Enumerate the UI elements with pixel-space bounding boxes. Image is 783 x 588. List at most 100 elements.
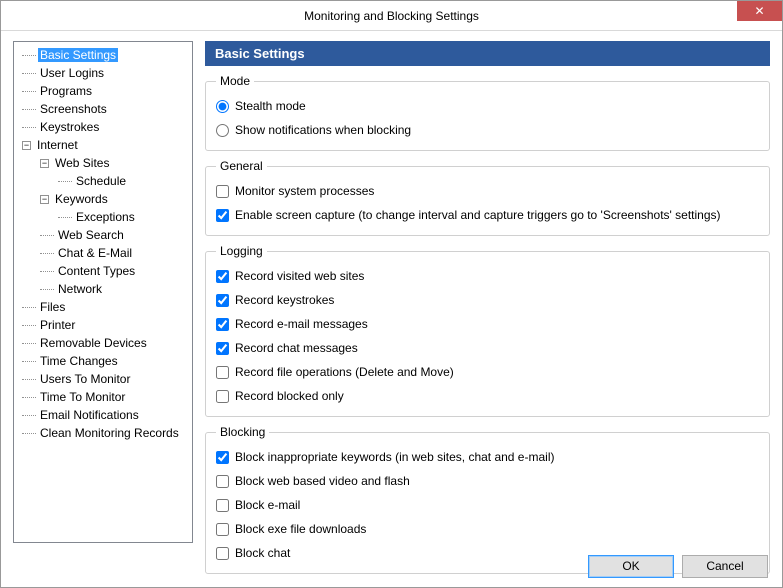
tree-item-time-changes[interactable]: Time Changes: [16, 352, 190, 370]
close-icon: ✕: [754, 4, 764, 18]
checkbox-input[interactable]: [216, 451, 229, 464]
tree-label: Printer: [38, 318, 77, 332]
tree-item-exceptions[interactable]: Exceptions: [16, 208, 190, 226]
general-group: General Monitor system processes Enable …: [205, 159, 770, 236]
tree-label: Clean Monitoring Records: [38, 426, 181, 440]
checkbox-label: Record file operations (Delete and Move): [235, 365, 454, 379]
tree-item-programs[interactable]: Programs: [16, 82, 190, 100]
radio-input[interactable]: [216, 100, 229, 113]
checkbox-label: Record blocked only: [235, 389, 344, 403]
cancel-button[interactable]: Cancel: [682, 555, 768, 578]
tree-label: Internet: [35, 138, 80, 152]
checkbox-label: Monitor system processes: [235, 184, 374, 198]
titlebar: Monitoring and Blocking Settings ✕: [1, 1, 782, 31]
tree-item-printer[interactable]: Printer: [16, 316, 190, 334]
checkbox-input[interactable]: [216, 523, 229, 536]
checkbox-input[interactable]: [216, 366, 229, 379]
tree-item-email-notifications[interactable]: Email Notifications: [16, 406, 190, 424]
checkbox-input[interactable]: [216, 475, 229, 488]
checkbox-record-email[interactable]: Record e-mail messages: [216, 312, 759, 336]
tree-label: Network: [56, 282, 104, 296]
radio-label: Stealth mode: [235, 99, 306, 113]
tree-label: Basic Settings: [38, 48, 118, 62]
checkbox-label: Enable screen capture (to change interva…: [235, 208, 721, 222]
checkbox-input[interactable]: [216, 499, 229, 512]
tree-label: Time To Monitor: [38, 390, 127, 404]
tree-label: Time Changes: [38, 354, 120, 368]
checkbox-label: Record keystrokes: [235, 293, 334, 307]
checkbox-label: Record visited web sites: [235, 269, 364, 283]
tree-label: Users To Monitor: [38, 372, 132, 386]
checkbox-input[interactable]: [216, 294, 229, 307]
tree-item-files[interactable]: Files: [16, 298, 190, 316]
collapse-icon[interactable]: −: [22, 141, 31, 150]
checkbox-block-chat[interactable]: Block chat: [216, 541, 759, 565]
tree-label: Screenshots: [38, 102, 109, 116]
tree-label: Keystrokes: [38, 120, 101, 134]
ok-button[interactable]: OK: [588, 555, 674, 578]
tree-item-keywords[interactable]: −Keywords: [16, 190, 190, 208]
tree-item-schedule[interactable]: Schedule: [16, 172, 190, 190]
checkbox-input[interactable]: [216, 547, 229, 560]
checkbox-enable-capture[interactable]: Enable screen capture (to change interva…: [216, 203, 759, 227]
tree-label: Programs: [38, 84, 94, 98]
tree-item-user-logins[interactable]: User Logins: [16, 64, 190, 82]
tree-item-web-sites[interactable]: −Web Sites: [16, 154, 190, 172]
tree-item-basic-settings[interactable]: Basic Settings: [16, 46, 190, 64]
content-area: Basic Settings User Logins Programs Scre…: [1, 31, 782, 549]
tree-item-clean-records[interactable]: Clean Monitoring Records: [16, 424, 190, 442]
settings-panel: Basic Settings Mode Stealth mode Show no…: [205, 41, 770, 543]
checkbox-input[interactable]: [216, 390, 229, 403]
checkbox-label: Block exe file downloads: [235, 522, 366, 536]
checkbox-input[interactable]: [216, 318, 229, 331]
collapse-icon[interactable]: −: [40, 159, 49, 168]
checkbox-input[interactable]: [216, 342, 229, 355]
checkbox-block-email[interactable]: Block e-mail: [216, 493, 759, 517]
mode-legend: Mode: [216, 74, 254, 88]
panel-header: Basic Settings: [205, 41, 770, 66]
checkbox-block-exe[interactable]: Block exe file downloads: [216, 517, 759, 541]
checkbox-record-chat[interactable]: Record chat messages: [216, 336, 759, 360]
tree-item-network[interactable]: Network: [16, 280, 190, 298]
checkbox-label: Record e-mail messages: [235, 317, 368, 331]
tree-label: Schedule: [74, 174, 128, 188]
logging-legend: Logging: [216, 244, 267, 258]
checkbox-block-keywords[interactable]: Block inappropriate keywords (in web sit…: [216, 445, 759, 469]
checkbox-block-video-flash[interactable]: Block web based video and flash: [216, 469, 759, 493]
checkbox-label: Record chat messages: [235, 341, 358, 355]
checkbox-input[interactable]: [216, 185, 229, 198]
radio-show-notifications[interactable]: Show notifications when blocking: [216, 118, 759, 142]
tree-item-internet[interactable]: −Internet: [16, 136, 190, 154]
tree-item-removable-devices[interactable]: Removable Devices: [16, 334, 190, 352]
checkbox-record-blocked-only[interactable]: Record blocked only: [216, 384, 759, 408]
blocking-legend: Blocking: [216, 425, 269, 439]
close-button[interactable]: ✕: [737, 1, 782, 21]
tree-label: Keywords: [53, 192, 110, 206]
collapse-icon[interactable]: −: [40, 195, 49, 204]
tree-item-users-to-monitor[interactable]: Users To Monitor: [16, 370, 190, 388]
navigation-tree: Basic Settings User Logins Programs Scre…: [13, 41, 193, 543]
checkbox-monitor-system[interactable]: Monitor system processes: [216, 179, 759, 203]
checkbox-record-keystrokes[interactable]: Record keystrokes: [216, 288, 759, 312]
tree-label: Web Sites: [53, 156, 111, 170]
tree-label: Email Notifications: [38, 408, 141, 422]
tree-item-time-to-monitor[interactable]: Time To Monitor: [16, 388, 190, 406]
tree-item-chat-email[interactable]: Chat & E-Mail: [16, 244, 190, 262]
tree-label: Chat & E-Mail: [56, 246, 134, 260]
checkbox-record-sites[interactable]: Record visited web sites: [216, 264, 759, 288]
blocking-group: Blocking Block inappropriate keywords (i…: [205, 425, 770, 574]
tree-item-keystrokes[interactable]: Keystrokes: [16, 118, 190, 136]
general-legend: General: [216, 159, 267, 173]
mode-group: Mode Stealth mode Show notifications whe…: [205, 74, 770, 151]
checkbox-label: Block inappropriate keywords (in web sit…: [235, 450, 554, 464]
tree-item-content-types[interactable]: Content Types: [16, 262, 190, 280]
window-title: Monitoring and Blocking Settings: [304, 9, 479, 23]
checkbox-label: Block web based video and flash: [235, 474, 410, 488]
checkbox-record-file-ops[interactable]: Record file operations (Delete and Move): [216, 360, 759, 384]
radio-input[interactable]: [216, 124, 229, 137]
checkbox-input[interactable]: [216, 209, 229, 222]
radio-stealth-mode[interactable]: Stealth mode: [216, 94, 759, 118]
checkbox-input[interactable]: [216, 270, 229, 283]
tree-item-screenshots[interactable]: Screenshots: [16, 100, 190, 118]
tree-item-web-search[interactable]: Web Search: [16, 226, 190, 244]
